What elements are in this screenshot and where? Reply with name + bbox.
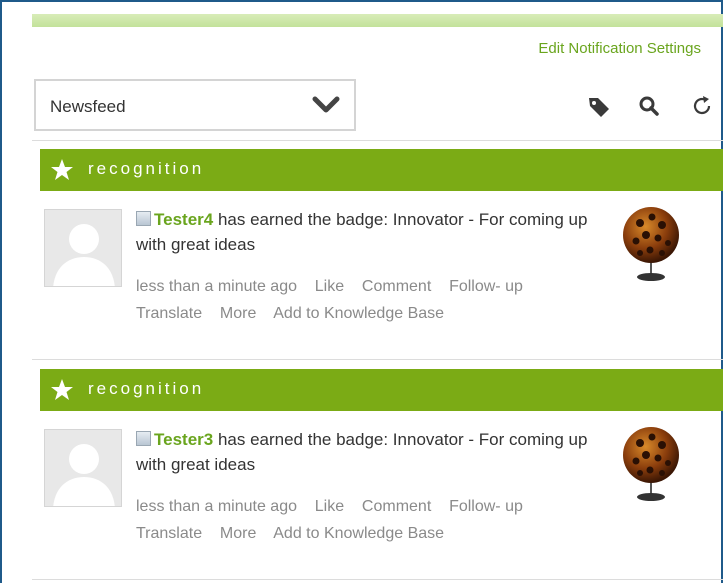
- feed-item-content: Tester3 has earned the badge: Innovator …: [136, 427, 606, 547]
- category-label: recognition: [88, 159, 205, 178]
- feed-headline: Tester3 has earned the badge: Innovator …: [136, 427, 606, 477]
- user-link[interactable]: Tester3: [154, 430, 213, 449]
- follow-up-label-cont: up: [505, 278, 523, 295]
- follow-up-label: Follow-: [449, 278, 501, 295]
- more-link[interactable]: More: [220, 305, 256, 322]
- newsfeed-panel: Edit Notification Settings Newsfeed reco…: [0, 0, 723, 583]
- category-bar: recognition: [40, 369, 723, 411]
- chevron-down-icon: [312, 96, 340, 113]
- avatar[interactable]: [44, 209, 122, 287]
- translate-link[interactable]: Translate: [136, 305, 202, 322]
- innovator-badge-image: [623, 207, 679, 281]
- more-link[interactable]: More: [220, 525, 256, 542]
- divider: [32, 140, 723, 141]
- feed-filter-dropdown[interactable]: Newsfeed: [34, 79, 356, 131]
- divider: [32, 579, 723, 580]
- tag-icon[interactable]: [586, 94, 612, 118]
- feed-actions: less than a minute ago Like Comment Foll…: [136, 493, 606, 547]
- follow-up-link[interactable]: Follow- up: [449, 498, 523, 515]
- timestamp: less than a minute ago: [136, 498, 297, 515]
- follow-up-link[interactable]: Follow- up: [449, 278, 523, 295]
- star-icon: [51, 159, 73, 180]
- user-link[interactable]: Tester4: [154, 210, 213, 229]
- add-to-knowledge-base-link[interactable]: Add to Knowledge Base: [273, 525, 444, 542]
- follow-up-label: Follow-: [449, 498, 501, 515]
- divider: [32, 359, 723, 360]
- avatar[interactable]: [44, 429, 122, 507]
- follow-up-label-cont: up: [505, 498, 523, 515]
- innovator-badge-image: [623, 427, 679, 501]
- badge-type-icon: [136, 211, 151, 226]
- timestamp: less than a minute ago: [136, 278, 297, 295]
- default-user-icon: [45, 210, 121, 286]
- search-icon[interactable]: [636, 94, 662, 118]
- default-user-icon: [45, 430, 121, 506]
- feed-item: recognition Tester3 has earned the badge…: [40, 369, 723, 559]
- feed-headline: Tester4 has earned the badge: Innovator …: [136, 207, 606, 257]
- feed-filter-selected: Newsfeed: [50, 97, 126, 116]
- comment-link[interactable]: Comment: [362, 278, 431, 295]
- translate-link[interactable]: Translate: [136, 525, 202, 542]
- star-icon: [51, 379, 73, 400]
- feed-item-content: Tester4 has earned the badge: Innovator …: [136, 207, 606, 327]
- header-accent-bar: [32, 14, 723, 27]
- category-label: recognition: [88, 379, 205, 398]
- feed-item: recognition Tester4 has earned the badge…: [40, 149, 723, 339]
- category-bar: recognition: [40, 149, 723, 191]
- feed-actions: less than a minute ago Like Comment Foll…: [136, 273, 606, 327]
- badge-type-icon: [136, 431, 151, 446]
- edit-notification-settings-link[interactable]: Edit Notification Settings: [538, 40, 701, 57]
- like-link[interactable]: Like: [315, 278, 344, 295]
- add-to-knowledge-base-link[interactable]: Add to Knowledge Base: [273, 305, 444, 322]
- refresh-icon[interactable]: [690, 94, 716, 118]
- comment-link[interactable]: Comment: [362, 498, 431, 515]
- like-link[interactable]: Like: [315, 498, 344, 515]
